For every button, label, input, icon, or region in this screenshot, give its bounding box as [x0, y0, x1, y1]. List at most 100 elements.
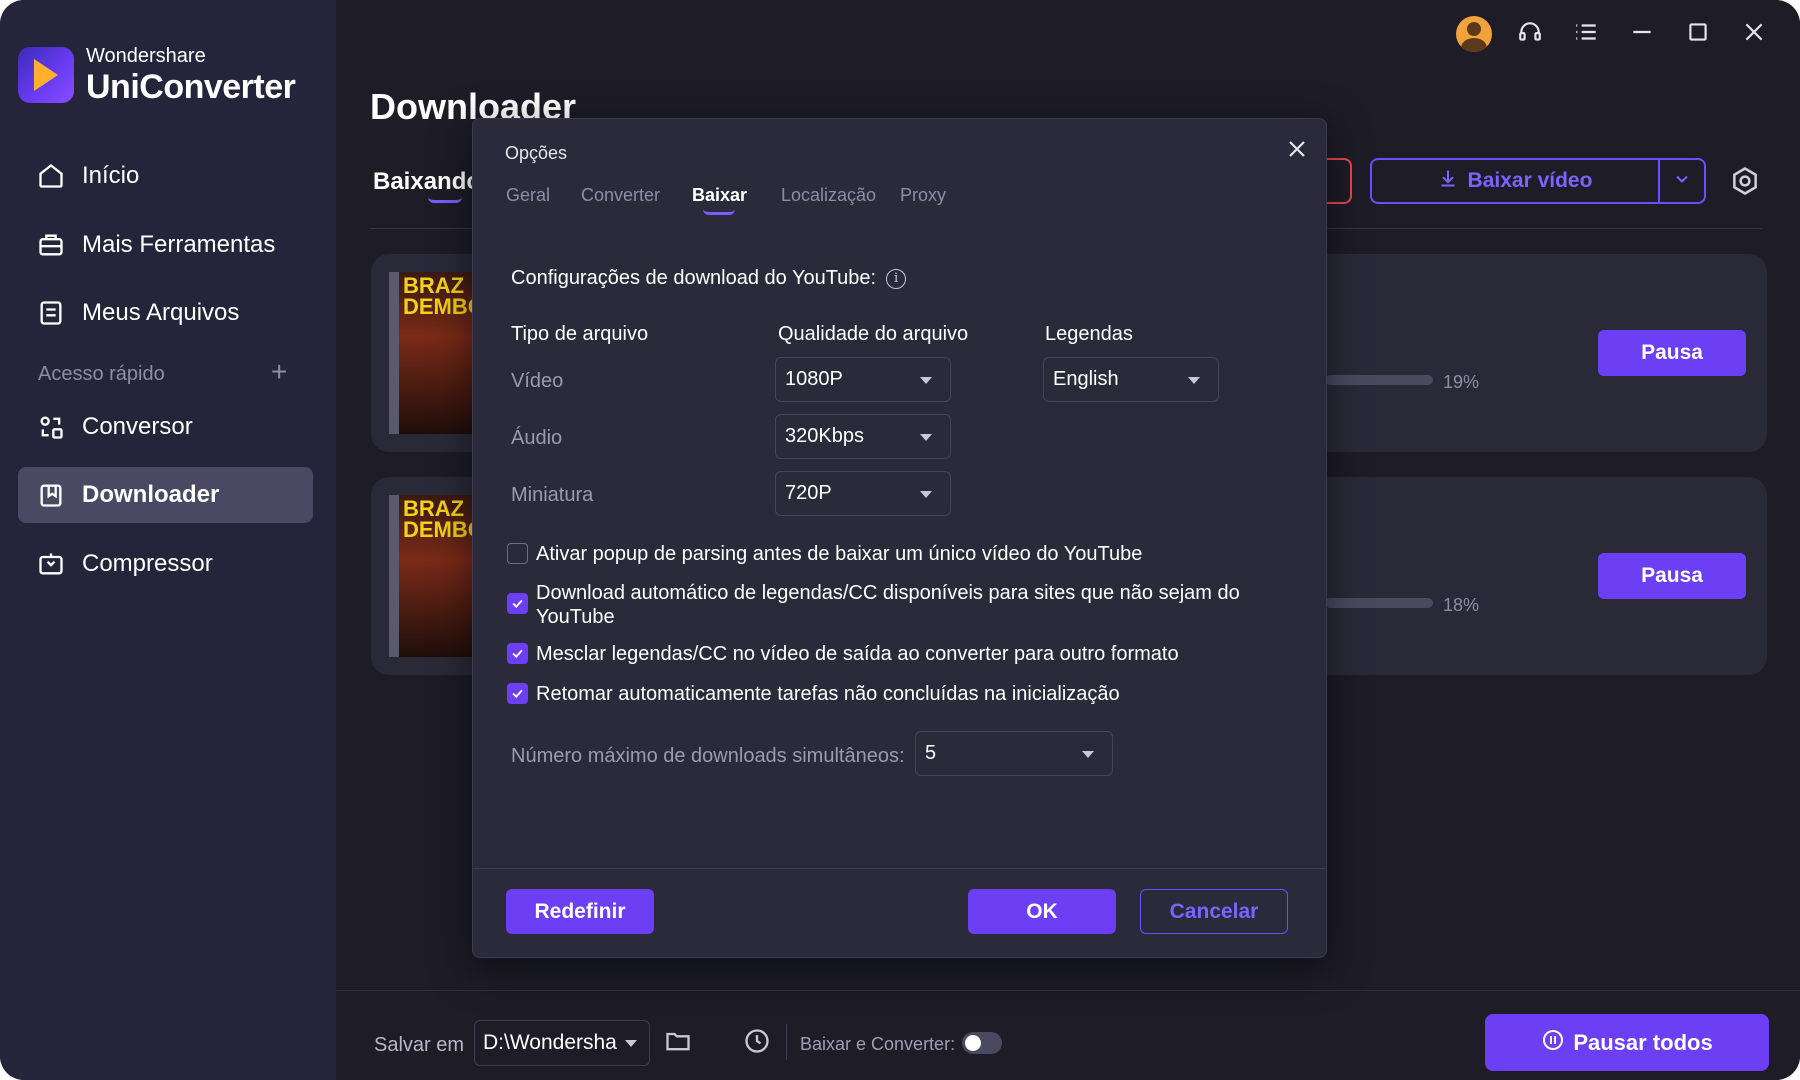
download-video-main[interactable]: Baixar vídeo — [1372, 160, 1660, 202]
uniconverter-logo-icon — [18, 47, 74, 103]
sidebar-item-label: Mais Ferramentas — [82, 231, 276, 258]
account-button[interactable] — [1446, 14, 1502, 54]
caret-down-icon — [920, 491, 932, 498]
files-icon — [36, 298, 66, 328]
gear-icon — [1730, 167, 1760, 200]
select-value: 720P — [785, 482, 832, 504]
max-downloads-select[interactable]: 5 — [915, 731, 1113, 776]
close-window-button[interactable] — [1726, 14, 1782, 54]
ok-button[interactable]: OK — [968, 889, 1116, 934]
home-icon — [36, 161, 66, 191]
tab-active-indicator — [703, 209, 735, 215]
select-value: English — [1053, 368, 1119, 390]
caret-down-icon — [1188, 377, 1200, 384]
sidebar-item-compressor[interactable]: Compressor — [18, 536, 313, 592]
quick-access-add-button[interactable]: + — [271, 356, 287, 388]
download-video-button[interactable]: Baixar vídeo — [1370, 158, 1706, 204]
tab-baixar[interactable]: Baixar — [692, 185, 747, 206]
option-merge-subtitles[interactable]: Mesclar legendas/CC no vídeo de saída ao… — [507, 642, 1179, 666]
brand-company: Wondershare — [86, 45, 206, 67]
caret-down-icon — [920, 434, 932, 441]
caret-down-icon — [920, 377, 932, 384]
sidebar-item-inicio[interactable]: Início — [18, 148, 313, 204]
check-icon — [512, 689, 523, 698]
pause-all-label: Pausar todos — [1573, 1029, 1713, 1055]
sidebar-item-meus-arquivos[interactable]: Meus Arquivos — [18, 285, 313, 341]
option-resume-tasks[interactable]: Retomar automaticamente tarefas não conc… — [507, 682, 1120, 706]
sidebar-item-downloader[interactable]: Downloader — [18, 467, 313, 523]
download-icon — [1438, 168, 1468, 194]
option-parsing-popup[interactable]: Ativar popup de parsing antes de baixar … — [507, 542, 1142, 566]
select-value: 320Kbps — [785, 425, 864, 447]
option-auto-subtitles[interactable]: Download automático de legendas/CC dispo… — [507, 581, 1267, 629]
support-button[interactable] — [1502, 14, 1558, 54]
subtitle-language-select[interactable]: English — [1043, 357, 1219, 402]
save-location-select[interactable]: D:\Wondersha — [474, 1020, 650, 1066]
progress-percent: 18% — [1443, 595, 1480, 615]
checkbox-label: Retomar automaticamente tarefas não conc… — [536, 683, 1120, 705]
close-icon — [1285, 141, 1309, 165]
schedule-button[interactable] — [743, 1027, 775, 1059]
maximize-button[interactable] — [1670, 14, 1726, 54]
pause-button[interactable]: Pausa — [1598, 553, 1746, 599]
window-controls — [1446, 14, 1782, 54]
tab-proxy[interactable]: Proxy — [900, 185, 946, 206]
progress-bar — [1325, 375, 1433, 385]
sidebar-item-label: Início — [82, 162, 140, 189]
section-title: Configurações de download do YouTube: — [511, 267, 877, 289]
avatar-icon — [1456, 16, 1492, 52]
quick-access-label: Acesso rápido — [38, 363, 165, 385]
tab-converter[interactable]: Converter — [581, 185, 660, 206]
options-dialog: Opções Geral Converter Baixar Localizaçã… — [472, 118, 1327, 958]
chevron-down-icon — [1672, 169, 1692, 194]
sidebar-item-mais-ferramentas[interactable]: Mais Ferramentas — [18, 217, 313, 273]
column-header-quality: Qualidade do arquivo — [778, 323, 969, 345]
thumbnail-quality-select[interactable]: 720P — [775, 471, 951, 516]
checkbox-label: Ativar popup de parsing antes de baixar … — [536, 543, 1143, 565]
minimize-button[interactable] — [1614, 14, 1670, 54]
caret-down-icon — [624, 1039, 637, 1047]
tab-localizacao[interactable]: Localização — [781, 185, 876, 206]
download-options-dropdown[interactable] — [1660, 169, 1704, 194]
dialog-footer-divider — [473, 868, 1326, 869]
download-convert-label: Baixar e Converter: — [800, 1034, 956, 1054]
select-value: 5 — [925, 742, 937, 764]
tab-downloading[interactable]: Baixando — [373, 168, 481, 196]
checkbox-checked[interactable] — [507, 643, 528, 664]
headset-icon — [1517, 19, 1543, 50]
progress-bar — [1325, 598, 1433, 608]
video-thumbnail: BRAZ DEMBO — [389, 272, 481, 434]
audio-quality-select[interactable]: 320Kbps — [775, 414, 951, 459]
pause-button[interactable]: Pausa — [1598, 330, 1746, 376]
open-folder-button[interactable] — [664, 1027, 696, 1059]
checkbox-label: Download automático de legendas/CC dispo… — [536, 582, 1240, 628]
reset-button[interactable]: Redefinir — [506, 889, 654, 934]
video-thumbnail: BRAZ DEMBO — [389, 495, 481, 657]
checkbox-checked[interactable] — [507, 593, 528, 614]
menu-button[interactable] — [1558, 14, 1614, 54]
compressor-icon — [36, 549, 66, 579]
info-icon[interactable]: i — [886, 268, 907, 289]
select-value: 1080P — [785, 368, 843, 390]
sidebar-item-conversor[interactable]: Conversor — [18, 399, 313, 455]
checkbox-checked[interactable] — [507, 683, 528, 704]
video-quality-select[interactable]: 1080P — [775, 357, 951, 402]
thumbnail-text: BRAZ DEMBO — [403, 273, 481, 319]
brand: Wondershare UniConverter — [18, 45, 296, 104]
max-downloads-label: Número máximo de downloads simultâneos: — [511, 745, 905, 767]
folder-icon — [664, 1032, 692, 1059]
sidebar-item-label: Downloader — [82, 481, 220, 508]
dialog-close-button[interactable] — [1285, 137, 1313, 165]
settings-button[interactable] — [1730, 166, 1762, 198]
progress-percent: 19% — [1443, 372, 1480, 392]
pause-all-button[interactable]: Pausar todos — [1485, 1014, 1769, 1071]
download-convert-toggle[interactable] — [962, 1032, 1002, 1054]
tab-geral[interactable]: Geral — [506, 185, 550, 206]
save-location-label: Salvar em — [374, 1034, 465, 1056]
maximize-icon — [1685, 19, 1711, 50]
sidebar-item-label: Meus Arquivos — [82, 299, 240, 326]
checkbox-unchecked[interactable] — [507, 543, 528, 564]
cancel-button[interactable]: Cancelar — [1140, 889, 1288, 934]
sidebar: Wondershare UniConverter Início Mais Fer… — [0, 0, 336, 1080]
sidebar-item-label: Conversor — [82, 413, 193, 440]
